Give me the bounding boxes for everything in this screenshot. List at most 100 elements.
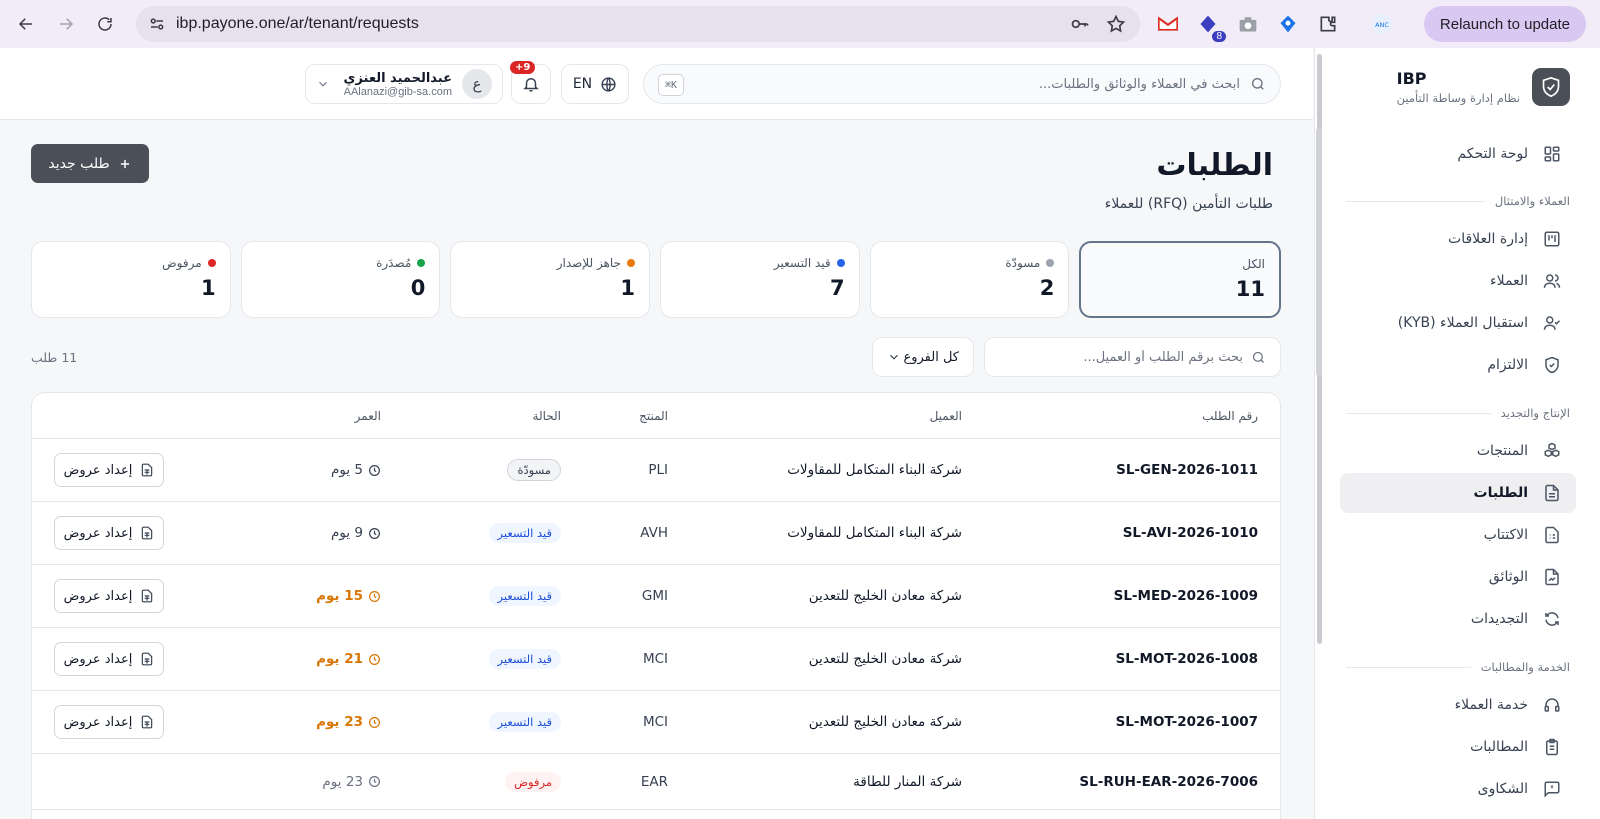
sidebar-item-products[interactable]: المنتجات: [1340, 431, 1576, 471]
camera-extension-icon[interactable]: [1236, 12, 1260, 36]
plus-icon: [118, 157, 132, 171]
sidebar-item-policies[interactable]: الوثائق: [1340, 557, 1576, 597]
password-key-icon[interactable]: [1070, 14, 1090, 34]
prepare-quotes-button[interactable]: إعداد عروض: [54, 516, 164, 550]
request-search-input[interactable]: [1003, 349, 1243, 365]
request-id[interactable]: SL-GEN-2026-1011: [1116, 439, 1258, 501]
prepare-quotes-button[interactable]: إعداد عروض: [54, 579, 164, 613]
action-label: إعداد عروض: [63, 462, 133, 478]
sidebar-item-claims[interactable]: المطالبات: [1340, 727, 1576, 767]
clock-icon: [368, 464, 381, 477]
column-header-product[interactable]: المنتج: [639, 393, 668, 438]
message-alert-icon: [1542, 779, 1562, 799]
request-id[interactable]: SL-RUH-EAR-2026-7006: [1079, 754, 1258, 809]
stat-card-issued[interactable]: مُصدَرة 0: [240, 241, 441, 318]
clock-icon: [368, 653, 381, 666]
sidebar-item-label: خدمة العملاء: [1454, 697, 1528, 713]
kanban-icon: [1542, 229, 1562, 249]
stat-label: قيد التسعير: [773, 256, 831, 270]
column-header-status[interactable]: الحالة: [533, 393, 561, 438]
gmail-extension-icon[interactable]: [1156, 12, 1180, 36]
address-bar[interactable]: ibp.payone.one/ar/tenant/requests: [136, 6, 1140, 42]
stat-card-draft[interactable]: مسودّة 2: [869, 241, 1070, 318]
new-request-button[interactable]: طلب جديد: [31, 144, 149, 183]
clock-icon: [368, 775, 381, 788]
request-search[interactable]: [984, 337, 1281, 377]
brand-subtitle: نظام إدارة وساطة التأمين: [1396, 91, 1520, 105]
table-row[interactable]: SL-MOT-2026-1008 شركة معادن الخليج للتعد…: [32, 628, 1280, 691]
browser-toolbar: ibp.payone.one/ar/tenant/requests 8 ANC …: [0, 0, 1600, 48]
bookmark-star-icon[interactable]: [1106, 14, 1126, 34]
prepare-quotes-button[interactable]: إعداد عروض: [54, 705, 164, 739]
stat-card-pricing[interactable]: قيد التسعير 7: [659, 241, 860, 318]
tag-extension-icon[interactable]: [1276, 12, 1300, 36]
url-text[interactable]: ibp.payone.one/ar/tenant/requests: [176, 15, 419, 33]
age-value: 21 يوم: [316, 651, 363, 667]
chevron-down-icon: [887, 350, 901, 364]
sidebar-item-complaints[interactable]: الشكاوى: [1340, 769, 1576, 809]
user-check-icon: [1542, 313, 1562, 333]
status-dot: [1046, 259, 1055, 267]
back-button[interactable]: [6, 4, 46, 44]
language-switch-button[interactable]: EN: [561, 64, 629, 104]
column-header-client[interactable]: العميل: [930, 393, 962, 438]
global-search[interactable]: K⌘: [643, 64, 1281, 104]
arrow-right-icon: [60, 18, 74, 30]
profile-avatar-icon[interactable]: ANC: [1370, 12, 1394, 36]
product-code: EAR: [640, 773, 668, 790]
prepare-quotes-button[interactable]: إعداد عروض: [54, 642, 164, 676]
sidebar-item-underwriting[interactable]: الاكتتاب: [1340, 515, 1576, 555]
puzzle-extensions-icon[interactable]: [1316, 12, 1340, 36]
table-row[interactable]: SL-GEN-2026-1011 شركة البناء المتكامل لل…: [32, 439, 1280, 502]
sidebar-item-clients[interactable]: العملاء: [1340, 261, 1576, 301]
table-row[interactable]: SL-MOT-2026-1007 شركة معادن الخليج للتعد…: [32, 691, 1280, 754]
status-badge: قيد التسعير: [488, 712, 561, 732]
user-menu-button[interactable]: ع عبدالحميد العنزي AAlanazi@gib-sa.com: [305, 64, 503, 104]
action-label: إعداد عروض: [63, 651, 133, 667]
avatar: ع: [462, 69, 492, 99]
table-row[interactable]: SL-AVI-2026-1010 شركة البناء المتكامل لل…: [32, 502, 1280, 565]
stat-card-rejected[interactable]: مرفوض 1: [30, 241, 231, 318]
column-header-id[interactable]: رقم الطلب: [1202, 393, 1258, 438]
sidebar-item-dashboard[interactable]: لوحة التحكم: [1340, 134, 1576, 174]
product-code: GMI: [641, 588, 668, 604]
reload-button[interactable]: [85, 4, 125, 44]
main-scrollbar[interactable]: [1316, 128, 1322, 376]
stat-card-ready[interactable]: جاهز للإصدار 1: [450, 241, 650, 318]
request-id[interactable]: SL-MOT-2026-1008: [1116, 628, 1258, 690]
grid-icon: [1542, 144, 1562, 164]
sidebar-item-customer-service[interactable]: خدمة العملاء: [1340, 685, 1576, 725]
forward-button[interactable]: [46, 4, 86, 44]
status-badge: قيد التسعير: [488, 649, 561, 669]
request-id[interactable]: SL-MED-2026-1009: [1114, 565, 1258, 627]
status-badge: مرفوض: [505, 771, 561, 792]
extension-badge: 8: [1212, 31, 1226, 42]
global-search-input[interactable]: [760, 76, 1240, 92]
site-settings-icon[interactable]: [148, 15, 166, 33]
sidebar-item-relationships[interactable]: إدارة العلاقات: [1340, 219, 1576, 259]
relaunch-button[interactable]: Relaunch to update: [1423, 6, 1586, 42]
sidebar-item-compliance[interactable]: الالتزام: [1340, 345, 1576, 385]
sidebar-item-kyb[interactable]: استقبال العملاء (KYB): [1340, 303, 1576, 343]
request-id[interactable]: SL-AVI-2026-1010: [1123, 502, 1258, 564]
stat-card-all[interactable]: الكل 11: [1079, 241, 1281, 318]
new-request-label: طلب جديد: [48, 155, 110, 172]
request-age: 9 يوم: [331, 502, 381, 564]
clock-icon: [368, 716, 381, 729]
prepare-quotes-button[interactable]: إعداد عروض: [54, 453, 164, 487]
branch-filter-select[interactable]: كل الفروع: [872, 337, 974, 377]
refresh-icon: [1542, 609, 1562, 629]
sidebar-item-label: الطلبات: [1473, 485, 1528, 501]
table-row[interactable]: SL-MED-2026-1009 شركة معادن الخليج للتعد…: [32, 565, 1280, 628]
brand[interactable]: IBP نظام إدارة وساطة التأمين: [1397, 68, 1570, 106]
request-id[interactable]: SL-MOT-2026-1007: [1116, 691, 1258, 753]
sidebar-item-requests[interactable]: الطلبات: [1340, 473, 1576, 513]
age-value: 9 يوم: [331, 525, 363, 541]
globe-icon: [600, 76, 617, 93]
notifications-button[interactable]: +9: [510, 61, 551, 104]
column-header-age[interactable]: العمر: [355, 393, 381, 438]
sidebar-item-renewals[interactable]: التجديدات: [1340, 599, 1576, 639]
table-row[interactable]: SL-RUH-EAR-2026-7006 شركة المنار للطاقة …: [32, 754, 1280, 810]
extension-diamond-icon[interactable]: 8: [1196, 12, 1226, 42]
status-dot: [626, 259, 635, 267]
